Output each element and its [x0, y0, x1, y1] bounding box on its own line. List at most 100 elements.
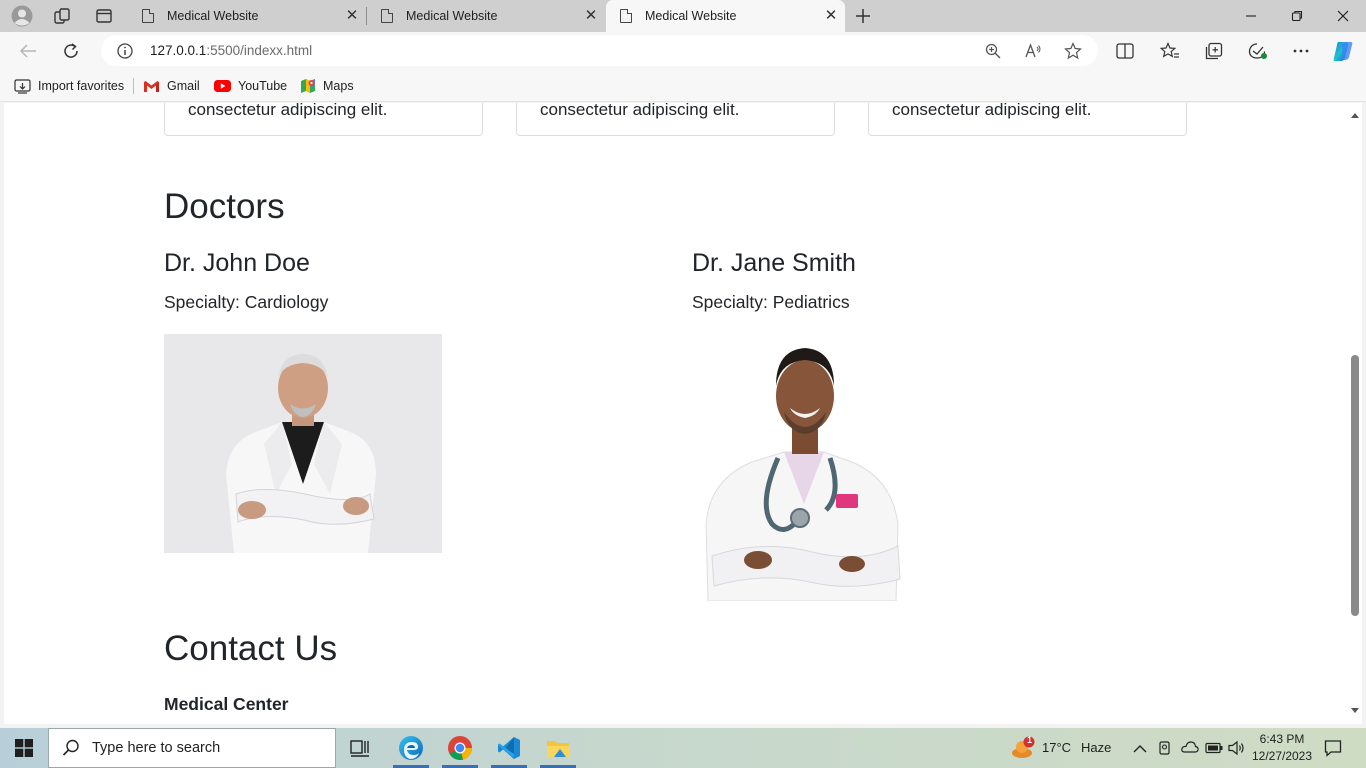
- clock-time: 6:43 PM: [1259, 732, 1305, 746]
- site-info-icon[interactable]: [113, 39, 137, 63]
- favorite-star-icon[interactable]: [1061, 39, 1085, 63]
- maps-icon: [300, 78, 316, 94]
- taskbar-vscode[interactable]: [485, 728, 533, 768]
- tab-title: Medical Website: [645, 9, 737, 23]
- favorite-youtube[interactable]: YouTube: [214, 76, 287, 96]
- scrollbar-thumb[interactable]: [1351, 355, 1359, 616]
- show-hidden-icons-chevron-icon[interactable]: [1133, 741, 1147, 759]
- youtube-icon: [214, 80, 231, 92]
- file-explorer-icon: [547, 741, 569, 757]
- gmail-icon: [143, 80, 160, 93]
- favorite-maps[interactable]: Maps: [300, 76, 354, 96]
- page-icon: [381, 9, 393, 23]
- refresh-icon: [64, 43, 78, 58]
- close-tab-icon[interactable]: ✕: [583, 8, 599, 24]
- favorite-label: Gmail: [167, 79, 200, 93]
- workspaces-icon: [54, 8, 70, 24]
- back-button[interactable]: [13, 36, 43, 66]
- notifications-icon[interactable]: [1324, 739, 1342, 762]
- minimize-icon: [1246, 15, 1256, 17]
- read-aloud-icon[interactable]: [1021, 39, 1045, 63]
- tab-actions-button[interactable]: [88, 2, 120, 30]
- tab-2[interactable]: Medical Website ✕: [367, 0, 605, 32]
- weather-temperature[interactable]: 17°C: [1042, 740, 1071, 755]
- favorite-gmail[interactable]: Gmail: [143, 76, 200, 96]
- page-icon: [142, 9, 154, 23]
- clock-date: 12/27/2023: [1251, 749, 1313, 763]
- profile-button[interactable]: [6, 2, 38, 30]
- service-card-text: consectetur adipiscing elit.: [540, 103, 740, 119]
- import-icon: [14, 78, 31, 94]
- meet-now-icon[interactable]: [1157, 740, 1173, 761]
- weather-widget-icon[interactable]: 1: [1010, 735, 1036, 760]
- collections-icon[interactable]: [1201, 38, 1227, 64]
- close-icon: [1337, 10, 1349, 22]
- page-scrollbar[interactable]: [1348, 103, 1362, 724]
- doctor-specialty: Specialty: Pediatrics: [692, 292, 850, 312]
- restore-icon: [1291, 10, 1303, 22]
- doctor-name: Dr. Jane Smith: [692, 249, 856, 277]
- address-bar[interactable]: 127.0.0.1:5500/indexx.html: [101, 35, 1098, 66]
- favorite-label: Maps: [323, 79, 354, 93]
- settings-more-icon[interactable]: [1288, 38, 1314, 64]
- favorite-label: YouTube: [238, 79, 288, 93]
- favorites-bar: Import favorites Gmail YouTube Maps: [0, 70, 1366, 102]
- page-icon: [620, 9, 632, 23]
- vertical-tabs-icon: [96, 9, 112, 23]
- search-placeholder: Type here to search: [92, 740, 221, 756]
- tab-1[interactable]: Medical Website ✕: [128, 0, 366, 32]
- profile-icon: [11, 5, 33, 27]
- navigation-toolbar: 127.0.0.1:5500/indexx.html: [0, 32, 1366, 70]
- doctor-photo-john: [164, 334, 442, 553]
- service-card: consectetur adipiscing elit.: [164, 103, 483, 136]
- workspaces-button[interactable]: [46, 2, 78, 30]
- tab-strip: Medical Website ✕ Medical Website ✕ Medi…: [0, 0, 1366, 32]
- taskbar-file-explorer[interactable]: [534, 728, 582, 768]
- restore-button[interactable]: [1274, 0, 1320, 32]
- service-card-text: consectetur adipiscing elit.: [892, 103, 1092, 119]
- favorite-label: Import favorites: [38, 79, 125, 93]
- taskbar-search-box[interactable]: Type here to search: [48, 728, 336, 768]
- zoom-icon[interactable]: [981, 39, 1005, 63]
- tab-title: Medical Website: [406, 9, 498, 23]
- split-screen-icon[interactable]: [1112, 38, 1138, 64]
- doctor-name: Dr. John Doe: [164, 249, 310, 277]
- taskbar-edge[interactable]: [387, 728, 435, 768]
- copilot-icon[interactable]: [1330, 38, 1356, 64]
- minimize-button[interactable]: [1228, 0, 1274, 32]
- scroll-down-arrow-icon[interactable]: [1351, 708, 1359, 713]
- close-tab-icon[interactable]: ✕: [823, 8, 839, 24]
- system-clock[interactable]: 6:43 PM 12/27/2023: [1246, 731, 1318, 765]
- weather-description[interactable]: Haze: [1081, 740, 1111, 755]
- service-card: consectetur adipiscing elit.: [868, 103, 1187, 136]
- service-card-text: consectetur adipiscing elit.: [188, 103, 388, 119]
- browser-essentials-icon[interactable]: [1245, 38, 1271, 64]
- doctors-heading: Doctors: [164, 187, 285, 226]
- weather-badge-count: 1: [1026, 735, 1032, 745]
- chrome-icon: [448, 736, 472, 760]
- tab-3-active[interactable]: Medical Website ✕: [606, 0, 845, 32]
- battery-icon[interactable]: [1205, 741, 1223, 759]
- plus-icon: [856, 9, 870, 23]
- new-tab-button[interactable]: [847, 2, 879, 30]
- contact-heading: Contact Us: [164, 629, 338, 668]
- favorite-import[interactable]: Import favorites: [14, 76, 124, 96]
- close-window-button[interactable]: [1320, 0, 1366, 32]
- onedrive-cloud-icon[interactable]: [1181, 740, 1199, 759]
- taskbar-chrome[interactable]: [436, 728, 484, 768]
- favorites-icon[interactable]: [1157, 38, 1183, 64]
- windows-taskbar: Type here to search 1 17°C Haze 6:43 PM …: [0, 728, 1366, 768]
- task-view-button[interactable]: [336, 728, 384, 768]
- volume-icon[interactable]: [1228, 740, 1246, 761]
- vscode-icon: [498, 737, 520, 759]
- refresh-button[interactable]: [56, 36, 86, 66]
- close-tab-icon[interactable]: ✕: [344, 8, 360, 24]
- scroll-up-arrow-icon[interactable]: [1351, 113, 1359, 118]
- back-arrow-icon: [19, 44, 36, 58]
- url-host: 127.0.0.1: [150, 43, 207, 58]
- contact-org-name: Medical Center: [164, 694, 289, 714]
- doctor-specialty: Specialty: Cardiology: [164, 292, 329, 312]
- url-text[interactable]: 127.0.0.1:5500/indexx.html: [150, 43, 312, 58]
- start-button[interactable]: [0, 728, 48, 768]
- tab-title: Medical Website: [167, 9, 259, 23]
